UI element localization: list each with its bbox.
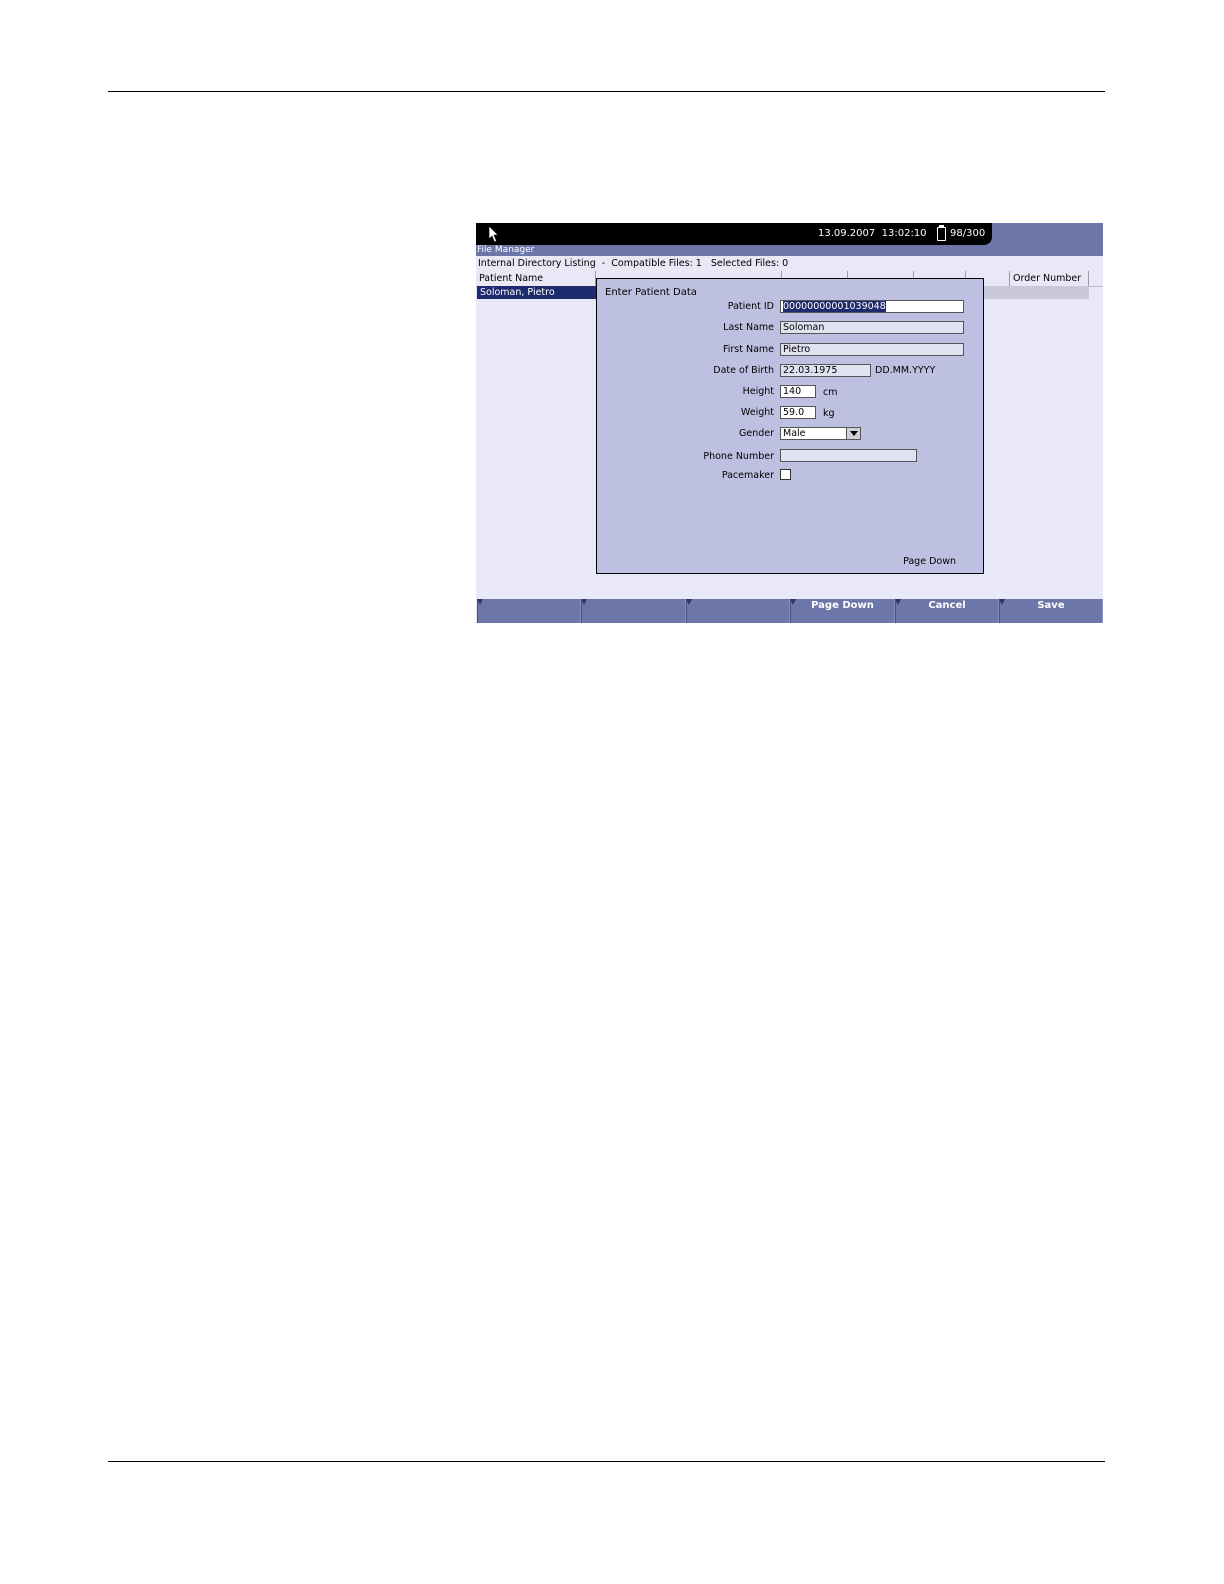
column-order-number[interactable]: Order Number — [1010, 271, 1089, 286]
status-bar: 13.09.2007 13:02:10 98/300 — [476, 223, 1103, 245]
last-name-input[interactable]: Soloman — [780, 321, 964, 334]
dialog-page-down[interactable]: Page Down — [903, 556, 956, 567]
softkey-3[interactable] — [686, 599, 790, 623]
weight-unit: kg — [823, 408, 835, 419]
weight-label: Weight — [740, 407, 774, 418]
gender-select[interactable]: Male — [780, 427, 861, 440]
patient-id-label: Patient ID — [727, 301, 774, 312]
height-input[interactable]: 140 — [780, 385, 816, 398]
save-button[interactable]: Save — [999, 599, 1103, 623]
dropdown-arrow-icon[interactable] — [846, 428, 860, 439]
last-name-label: Last Name — [723, 322, 774, 333]
first-name-input[interactable]: Pietro — [780, 343, 964, 356]
app-title: File Manager — [476, 245, 1103, 256]
softkey-2[interactable] — [581, 599, 686, 623]
footer-rule — [108, 1461, 1105, 1462]
patient-id-input[interactable]: 00000000001039048 — [780, 300, 964, 313]
pacemaker-checkbox[interactable] — [780, 469, 791, 480]
date-of-birth-input[interactable]: 22.03.1975 — [780, 364, 871, 377]
gender-label: Gender — [738, 428, 774, 439]
pacemaker-label: Pacemaker — [721, 470, 774, 481]
storage-count: 98/300 — [950, 228, 986, 239]
weight-input[interactable]: 59.0 — [780, 406, 816, 419]
column-patient-name[interactable]: Patient Name — [476, 271, 596, 286]
page-down-button[interactable]: Page Down — [790, 599, 895, 623]
date-format-hint: DD.MM.YYYY — [875, 365, 936, 376]
enter-patient-data-dialog: Enter Patient Data Patient ID 0000000000… — [596, 278, 984, 574]
battery-icon — [937, 225, 946, 241]
height-unit: cm — [823, 387, 838, 398]
first-name-label: First Name — [722, 344, 774, 355]
phone-number-label: Phone Number — [703, 451, 774, 462]
softkey-bar: Page Down Cancel Save — [476, 599, 1103, 623]
softkey-1[interactable] — [477, 599, 581, 623]
row-patient-name: Soloman, Pietro — [477, 286, 597, 299]
directory-info: Internal Directory Listing - Compatible … — [478, 258, 789, 269]
gender-value: Male — [783, 428, 806, 439]
status-datetime: 13.09.2007 13:02:10 — [818, 228, 927, 239]
cancel-button[interactable]: Cancel — [895, 599, 999, 623]
pointer-cursor-icon — [488, 225, 499, 243]
date-of-birth-label: Date of Birth — [713, 365, 774, 376]
device-screen: 13.09.2007 13:02:10 98/300 File Manager … — [476, 223, 1103, 623]
phone-number-input[interactable] — [780, 449, 917, 462]
header-rule — [108, 91, 1105, 92]
height-label: Height — [742, 386, 774, 397]
dialog-title: Enter Patient Data — [605, 287, 697, 298]
